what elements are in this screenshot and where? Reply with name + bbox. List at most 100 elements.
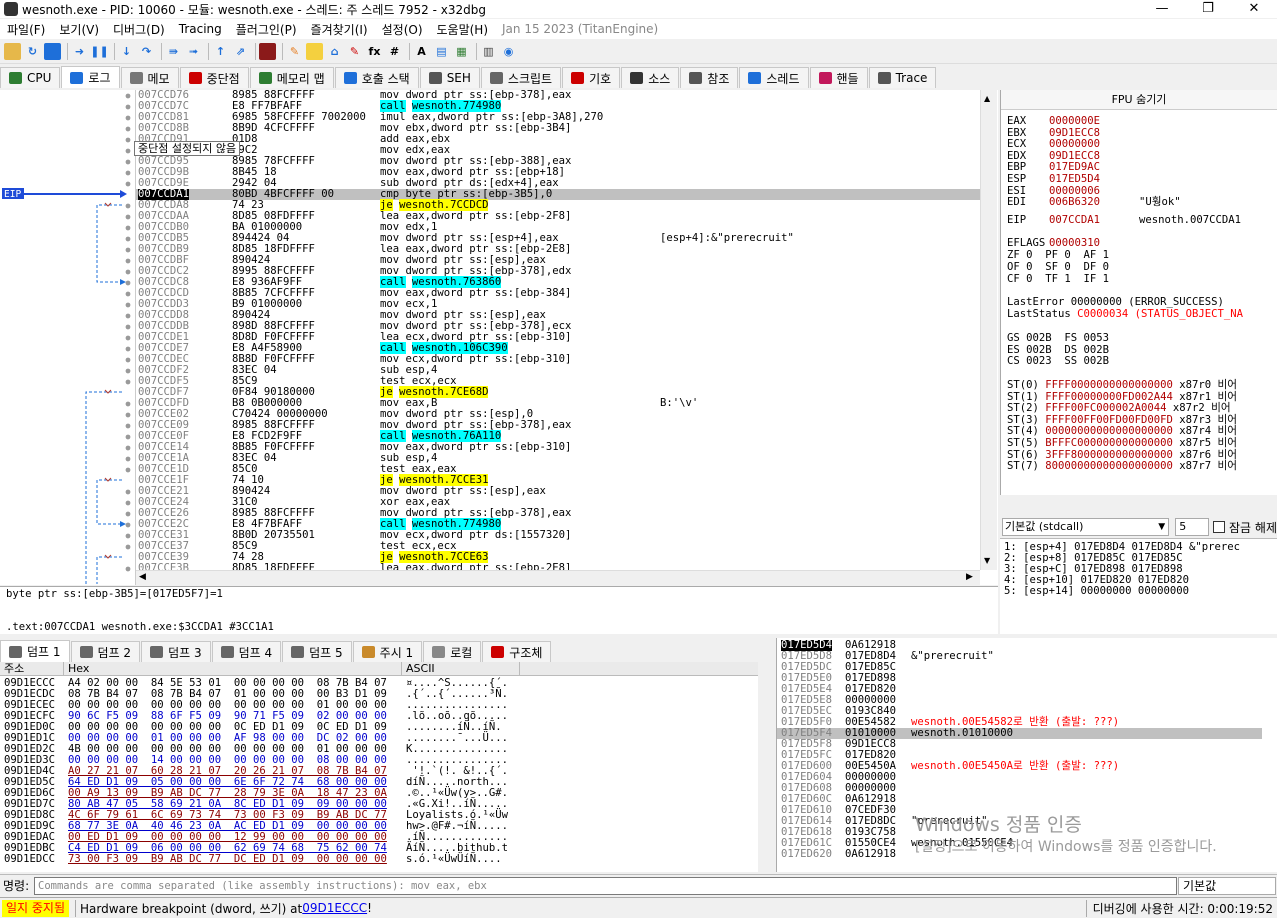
disasm-horizontal-scrollbar[interactable]: ◀ ▶ (136, 570, 980, 585)
strings-icon[interactable]: ▤ (433, 43, 450, 60)
run-icon[interactable]: ➜ (71, 43, 88, 60)
disasm-row[interactable]: 007CCDF2 83EC 04 sub esp,4 (136, 365, 980, 376)
dump-tab-1[interactable]: 덤프 1 (0, 640, 70, 662)
open-icon[interactable] (4, 43, 21, 60)
tab-memory-map[interactable]: 메모리 맵 (249, 67, 334, 88)
call-convention-select[interactable]: 기본값 (stdcall) ▼ (1002, 518, 1170, 536)
tab-log[interactable]: 로그 (61, 66, 120, 88)
tab-call-stack[interactable]: 호출 스택 (334, 67, 419, 88)
notebook-icon[interactable]: ▥ (480, 43, 497, 60)
dump-tab-6[interactable]: 주시 1 (352, 641, 423, 662)
stop-icon[interactable] (44, 43, 61, 60)
pause-icon[interactable]: ❚❚ (90, 43, 108, 60)
disasm-row[interactable]: 007CCD8B 8B9D 4CFCFFFF mov ebx,dword ptr s… (136, 123, 980, 134)
register-esp[interactable]: ESP 017ED5D4 (1007, 174, 1139, 185)
disasm-gutter[interactable]: EIP (0, 90, 136, 585)
command-mode-select[interactable]: 기본값 (1178, 877, 1276, 895)
disasm-row[interactable]: 007CCE31 8B0D 20735501 mov ecx,dword ptr d… (136, 530, 980, 541)
call-arg-row[interactable]: 5: [esp+14] 00000000 00000000 (1004, 586, 1189, 597)
patch-icon[interactable]: ✎ (286, 43, 303, 60)
status-address-link[interactable]: 09D1ECCC (302, 901, 367, 915)
disasm-vertical-scrollbar[interactable]: ▲ ▼ (980, 90, 997, 570)
tab-trace[interactable]: Trace (868, 67, 937, 88)
fpu-register-row: ST(5) BFFFC000000000000000 x87r5 비어 (1007, 438, 1237, 449)
function-icon[interactable]: fx (366, 43, 383, 60)
scroll-right-icon[interactable]: ▶ (966, 572, 973, 582)
fpu-value: FFFF00FF00FD00FD00FD (1045, 413, 1173, 426)
menu-debug[interactable]: 디버그(D) (106, 21, 172, 38)
menu-view[interactable]: 보기(V) (52, 21, 106, 38)
struct-icon (491, 646, 505, 658)
scroll-left-icon[interactable]: ◀ (139, 572, 146, 582)
register-ecx[interactable]: ECX 00000000 (1007, 139, 1139, 150)
dump-tab-3[interactable]: 덤프 3 (141, 641, 211, 662)
arg-count-spinner[interactable]: 5 (1175, 518, 1210, 536)
disasm-row[interactable]: 007CCE1A 83EC 04 sub esp,4 (136, 453, 980, 464)
register-ebp[interactable]: EBP 017ED9AC (1007, 162, 1139, 173)
step-into-icon[interactable]: ↓ (118, 43, 135, 60)
scroll-up-icon[interactable]: ▲ (984, 94, 990, 103)
close-button[interactable]: ✕ (1231, 0, 1277, 18)
calculator-icon[interactable]: ▦ (453, 43, 470, 60)
trace-over-icon[interactable]: ➟ (185, 43, 202, 60)
register-edx[interactable]: EDX 09D1ECC8 (1007, 150, 1139, 162)
dump-scrollbar[interactable] (758, 676, 775, 872)
hex-dump-view[interactable]: 09D1ECCC A4 02 00 00 84 5E 53 01 00 00 00… (0, 676, 758, 872)
menu-plugins[interactable]: 플러그인(P) (229, 21, 304, 38)
tab-seh[interactable]: SEH (419, 67, 480, 88)
register-eflags[interactable]: EFLAGS 00000310 (1007, 238, 1139, 249)
tab-script[interactable]: 스크립트 (480, 67, 562, 88)
step-over-icon[interactable]: ↷ (138, 43, 155, 60)
scroll-down-icon[interactable]: ▼ (984, 556, 990, 565)
register-edi[interactable]: EDI 006B6320 "U훵ok" (1007, 197, 1181, 208)
dump-tab-4[interactable]: 덤프 4 (211, 641, 282, 662)
flags-row: ZF 0 PF 0 AF 1 (1007, 249, 1110, 262)
menu-tracing[interactable]: Tracing (172, 22, 229, 36)
tab-breakpoint[interactable]: 중단점 (179, 67, 249, 88)
menu-help[interactable]: 도움말(H) (430, 21, 496, 38)
tab-references[interactable]: 참조 (680, 67, 739, 88)
register-eip[interactable]: EIP 007CCDA1 wesnoth.007CCDA1 (1007, 214, 1241, 226)
menu-options[interactable]: 설정(O) (375, 21, 430, 38)
dump-tab-2[interactable]: 덤프 2 (70, 641, 141, 662)
cpu-break-icon[interactable] (259, 43, 276, 60)
call-args-list[interactable]: 1: [esp+4] 017ED8D4 017ED8D4 &"prerec 2: … (1000, 538, 1277, 634)
dump-tab-5[interactable]: 덤프 5 (282, 641, 352, 662)
app-bug-icon (4, 2, 18, 16)
fpu-toggle-button[interactable]: FPU 숨기기 (1001, 90, 1277, 110)
tab-source[interactable]: 소스 (621, 67, 680, 88)
trace-into-icon[interactable]: ⇛ (165, 43, 182, 60)
maximize-button[interactable]: ❐ (1185, 0, 1231, 18)
register-esi[interactable]: ESI 00000006 (1007, 185, 1139, 197)
comment-icon[interactable] (306, 43, 323, 60)
font-icon[interactable]: A (413, 43, 430, 60)
disassembly-view[interactable]: 007CCD76 8985 88FCFFFF mov dword ptr ss:[e… (136, 90, 998, 585)
register-ebx[interactable]: EBX 09D1ECC8 (1007, 127, 1139, 139)
menu-file[interactable]: 파일(F) (0, 21, 52, 38)
chevron-down-icon: ▼ (1158, 522, 1166, 532)
hash-icon[interactable]: # (386, 43, 403, 60)
disasm-row[interactable]: 007CCE21 890424 mov dword ptr ss:[esp],eax (136, 486, 980, 497)
run-to-user-code-icon[interactable]: ⇗ (232, 43, 249, 60)
command-input[interactable]: Commands are comma separated (like assem… (34, 877, 1177, 895)
disasm-row[interactable]: 007CCD91 01D8 add eax,ebx (136, 134, 980, 145)
tab-threads[interactable]: 스레드 (739, 67, 809, 88)
tab-cpu[interactable]: CPU (0, 67, 61, 88)
execute-till-return-icon[interactable]: ↑ (212, 43, 229, 60)
dump-tab-7[interactable]: 로컬 (423, 641, 482, 662)
label-icon[interactable]: ⌂ (326, 43, 343, 60)
tab-notes[interactable]: 메모 (120, 67, 179, 88)
menu-favourites[interactable]: 즐겨찾기(I) (304, 21, 375, 38)
register-eax[interactable]: EAX 0000000E (1007, 116, 1139, 127)
tab-handles[interactable]: 핸들 (809, 67, 868, 88)
globe-icon[interactable]: ◉ (500, 43, 517, 60)
handles-icon (818, 72, 832, 84)
bookmark-icon[interactable]: ✎ (346, 43, 363, 60)
build-date: Jan 15 2023 (TitanEngine) (502, 22, 659, 36)
fpu-value: BFFFC000000000000000 (1045, 437, 1173, 449)
restart-icon[interactable]: ↻ (24, 43, 41, 60)
minimize-button[interactable]: — (1139, 0, 1185, 18)
dump-tab-8[interactable]: 구조체 (482, 641, 552, 662)
tab-symbols[interactable]: 기호 (562, 67, 621, 88)
lock-checkbox[interactable] (1213, 521, 1226, 533)
